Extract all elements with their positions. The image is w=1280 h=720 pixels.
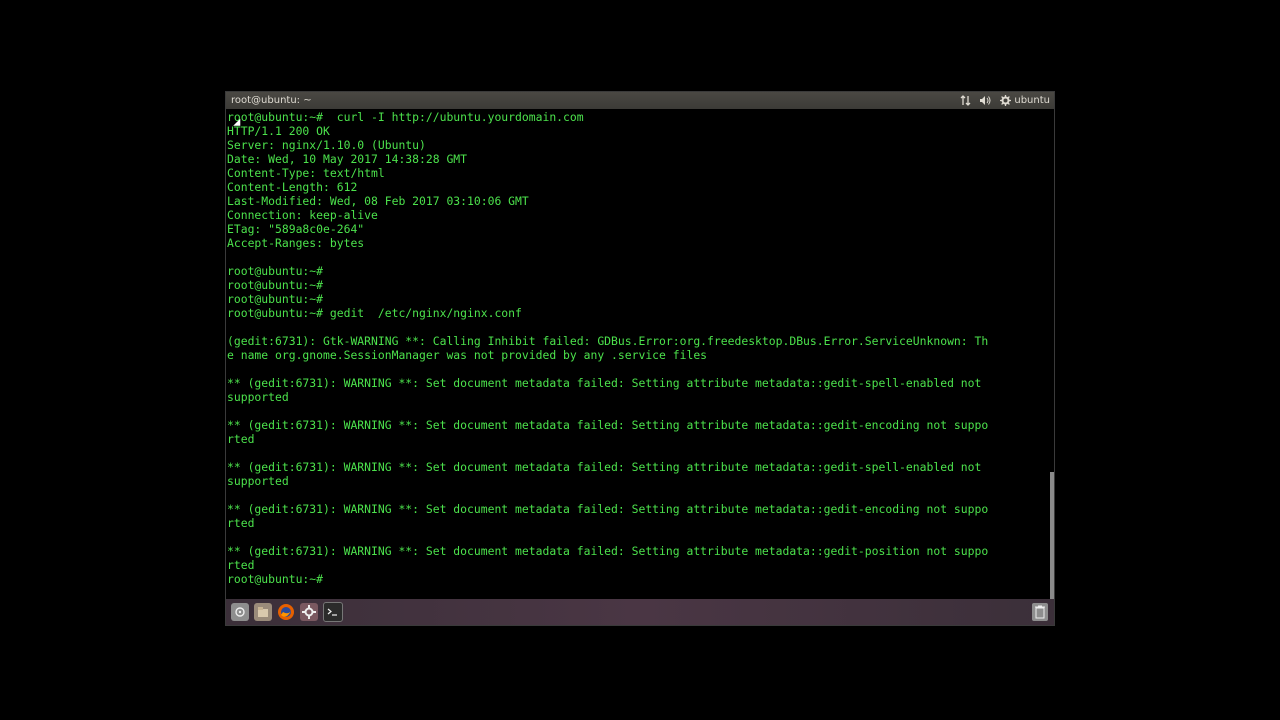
terminal-line: root@ubuntu:~# bbox=[227, 278, 324, 292]
terminal-line: Content-Type: text/html bbox=[227, 166, 385, 180]
terminal-line: (gedit:6731): Gtk-WARNING **: Calling In… bbox=[227, 334, 989, 348]
terminal-output[interactable]: root@ubuntu:~# curl -I http://ubuntu.you… bbox=[227, 110, 1050, 599]
launcher-bar bbox=[226, 599, 1054, 625]
window-title: root@ubuntu: ~ bbox=[231, 95, 312, 106]
terminal-line: rted bbox=[227, 432, 255, 446]
volume-icon[interactable] bbox=[979, 95, 992, 106]
terminal-line: Accept-Ranges: bytes bbox=[227, 236, 365, 250]
network-icon[interactable] bbox=[960, 95, 971, 106]
terminal-line: HTTP/1.1 200 OK bbox=[227, 124, 330, 138]
terminal-line: Connection: keep-alive bbox=[227, 208, 378, 222]
terminal-line: rted bbox=[227, 558, 255, 572]
show-desktop-icon[interactable] bbox=[231, 603, 249, 621]
system-settings-icon[interactable] bbox=[300, 603, 318, 621]
terminal-line: ** (gedit:6731): WARNING **: Set documen… bbox=[227, 460, 982, 474]
terminal-line: ** (gedit:6731): WARNING **: Set documen… bbox=[227, 376, 982, 390]
terminal-line: root@ubuntu:~# bbox=[227, 264, 324, 278]
session-gear-icon[interactable]: ubuntu bbox=[1000, 92, 1050, 109]
terminal-line: supported bbox=[227, 390, 289, 404]
terminal-line: ** (gedit:6731): WARNING **: Set documen… bbox=[227, 418, 989, 432]
terminal-line: ** (gedit:6731): WARNING **: Set documen… bbox=[227, 502, 989, 516]
indicator-area: ubuntu bbox=[960, 92, 1050, 109]
trash-icon[interactable] bbox=[1032, 603, 1048, 621]
terminal-line: root@ubuntu:~# bbox=[227, 572, 324, 586]
firefox-icon[interactable] bbox=[277, 603, 295, 621]
terminal-line: e name org.gnome.SessionManager was not … bbox=[227, 348, 708, 362]
terminal-line: root@ubuntu:~# curl -I http://ubuntu.you… bbox=[227, 110, 584, 124]
files-icon[interactable] bbox=[254, 603, 272, 621]
top-panel: root@ubuntu: ~ ubuntu bbox=[226, 92, 1054, 109]
terminal-line: supported bbox=[227, 474, 289, 488]
user-name: ubuntu bbox=[1014, 95, 1050, 106]
terminal-icon[interactable] bbox=[323, 602, 343, 622]
terminal-line: Content-Length: 612 bbox=[227, 180, 358, 194]
terminal-line: Date: Wed, 10 May 2017 14:38:28 GMT bbox=[227, 152, 468, 166]
terminal-line: root@ubuntu:~# gedit /etc/nginx/nginx.co… bbox=[227, 306, 522, 320]
terminal-line: ETag: "589a8c0e-264" bbox=[227, 222, 365, 236]
terminal-line: ** (gedit:6731): WARNING **: Set documen… bbox=[227, 544, 989, 558]
terminal-line: root@ubuntu:~# bbox=[227, 292, 324, 306]
terminal-line: Server: nginx/1.10.0 (Ubuntu) bbox=[227, 138, 426, 152]
terminal-line: rted bbox=[227, 516, 255, 530]
terminal-line: Last-Modified: Wed, 08 Feb 2017 03:10:06… bbox=[227, 194, 529, 208]
desktop-screen: root@ubuntu: ~ ubuntu root@ubuntu:~# cur… bbox=[225, 91, 1055, 626]
